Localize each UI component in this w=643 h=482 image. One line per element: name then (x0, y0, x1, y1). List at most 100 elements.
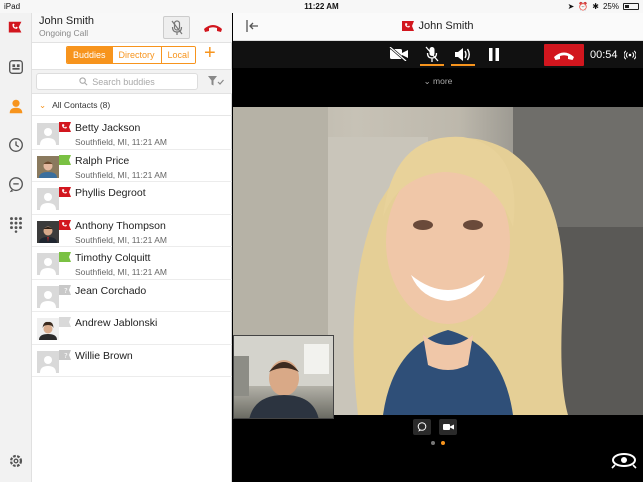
settings-gear-icon[interactable] (6, 451, 26, 471)
avatar-placeholder (37, 253, 59, 275)
list-item[interactable]: Betty Jackson Southfield, MI, 11:21 AM (32, 117, 232, 150)
contact-location: Southfield, MI, 11:21 AM (75, 169, 167, 180)
contact-location: Southfield, MI, 11:21 AM (75, 267, 167, 277)
contact-name: Anthony Thompson (75, 219, 166, 232)
battery-icon (623, 3, 639, 10)
list-item[interactable]: Anthony Thompson Southfield, MI, 11:21 A… (32, 215, 232, 247)
speaker-icon (455, 47, 470, 61)
contact-list: Betty Jackson Southfield, MI, 11:21 AM R… (32, 117, 232, 377)
list-item[interactable]: Phyllis Degroot (32, 182, 232, 215)
video-bottom-controls (413, 419, 457, 435)
tab-buddies[interactable]: Buddies (67, 47, 113, 63)
contact-location: Southfield, MI, 11:21 AM (75, 234, 167, 245)
battery-percent: 25% (602, 2, 619, 11)
contacts-icon[interactable] (6, 96, 26, 116)
status-bar: iPad 11:22 AM ➤ ⏰ ✱ 25% (0, 0, 643, 13)
nav-rail (0, 13, 32, 482)
mute-button-small[interactable] (163, 16, 190, 39)
unknown-status-flag-icon: ? (59, 284, 71, 295)
dialpad-icon[interactable] (6, 214, 26, 234)
video-camera-icon (442, 424, 454, 430)
offline-flag-icon (59, 317, 71, 327)
avatar-photo (37, 318, 59, 340)
self-video-frame (234, 336, 333, 418)
more-label: more (433, 76, 453, 86)
on-call-flag-icon (59, 122, 71, 132)
status-time: 11:22 AM (304, 2, 339, 11)
dashboard-icon[interactable] (6, 57, 26, 77)
camera-button[interactable] (439, 419, 457, 435)
signal-icon (624, 50, 636, 60)
contact-name: Timothy Colquitt (75, 252, 151, 264)
call-view: John Smith 00:54 ⌄ more (233, 13, 643, 482)
bluetooth-icon: ✱ (592, 2, 599, 11)
add-contact-plus-icon[interactable]: + (204, 43, 216, 63)
call-title-name: John Smith (418, 20, 474, 32)
call-status: Ongoing Call (39, 28, 89, 38)
microphone-muted-icon (171, 19, 182, 35)
tab-directory[interactable]: Directory (112, 47, 162, 63)
caller-name: John Smith (39, 15, 95, 27)
chevron-down-icon: ⌄ (39, 99, 47, 110)
contact-name: Willie Brown (75, 349, 133, 362)
avatar-placeholder (37, 350, 59, 373)
on-call-flag-icon (402, 21, 415, 31)
chevron-down-icon: ⌄ (423, 76, 434, 86)
hold-button[interactable] (480, 43, 508, 65)
chat-bubble-icon (417, 422, 427, 432)
alarm-icon: ⏰ (578, 2, 589, 11)
app-brand-icon[interactable] (611, 451, 637, 469)
end-call-button[interactable] (544, 44, 584, 66)
self-video-preview[interactable] (233, 335, 334, 419)
video-off-button[interactable] (385, 43, 413, 65)
mute-button[interactable] (418, 43, 446, 66)
location-icon: ➤ (567, 2, 575, 11)
app-logo-flag-icon[interactable] (6, 18, 26, 38)
filter-icon[interactable] (208, 76, 224, 87)
active-call-header[interactable]: John Smith Ongoing Call (32, 13, 232, 43)
status-right: ➤ ⏰ ✱ 25% (568, 2, 639, 11)
pause-icon (489, 47, 499, 61)
list-item[interactable]: ? Jean Corchado (32, 280, 232, 312)
hangup-icon (554, 52, 574, 60)
tab-local[interactable]: Local (161, 47, 196, 63)
chat-button[interactable] (413, 419, 431, 435)
hangup-icon[interactable] (202, 20, 224, 34)
avatar-placeholder (37, 188, 59, 210)
unknown-status-flag-icon: ? (59, 349, 71, 360)
page-dot[interactable] (431, 441, 435, 445)
avatar-photo (37, 155, 59, 178)
contact-name: Ralph Price (75, 154, 130, 167)
messages-icon[interactable] (6, 175, 26, 195)
buddy-panel: John Smith Ongoing Call Buddies Director… (32, 13, 232, 482)
more-options-toggle[interactable]: ⌄ more (233, 76, 643, 87)
video-off-icon (389, 47, 408, 61)
list-item[interactable]: Andrew Jablonski (32, 312, 232, 345)
search-icon (79, 77, 88, 86)
search-input[interactable]: Search buddies (36, 73, 198, 90)
call-title: John Smith (233, 20, 643, 32)
call-controls-bar: 00:54 (233, 41, 643, 68)
contact-name: Betty Jackson (75, 122, 141, 134)
contact-group-header[interactable]: ⌄ All Contacts (8) (32, 95, 232, 116)
contact-name: Jean Corchado (75, 284, 147, 297)
contact-source-tabs: Buddies Directory Local (66, 46, 197, 64)
svg-text:?: ? (64, 287, 68, 295)
search-placeholder: Search buddies (92, 76, 155, 87)
list-item[interactable]: Timothy Colquitt Southfield, MI, 11:21 A… (32, 247, 232, 280)
history-icon[interactable] (6, 135, 26, 155)
list-item[interactable]: Ralph Price Southfield, MI, 11:21 AM (32, 150, 232, 182)
contact-name: Phyllis Degroot (75, 187, 146, 199)
search-bar: Search buddies (32, 69, 232, 94)
microphone-muted-icon (425, 46, 439, 62)
on-call-flag-icon (59, 187, 71, 197)
avatar-placeholder (37, 285, 59, 308)
speaker-button[interactable] (449, 43, 477, 66)
list-item[interactable]: ? Willie Brown (32, 345, 232, 377)
on-call-flag-icon (59, 219, 71, 230)
available-flag-icon (59, 154, 71, 165)
group-label: All Contacts (8) (52, 100, 111, 110)
svg-text:?: ? (64, 352, 68, 360)
page-indicator (431, 441, 445, 445)
page-dot-active[interactable] (441, 441, 445, 445)
